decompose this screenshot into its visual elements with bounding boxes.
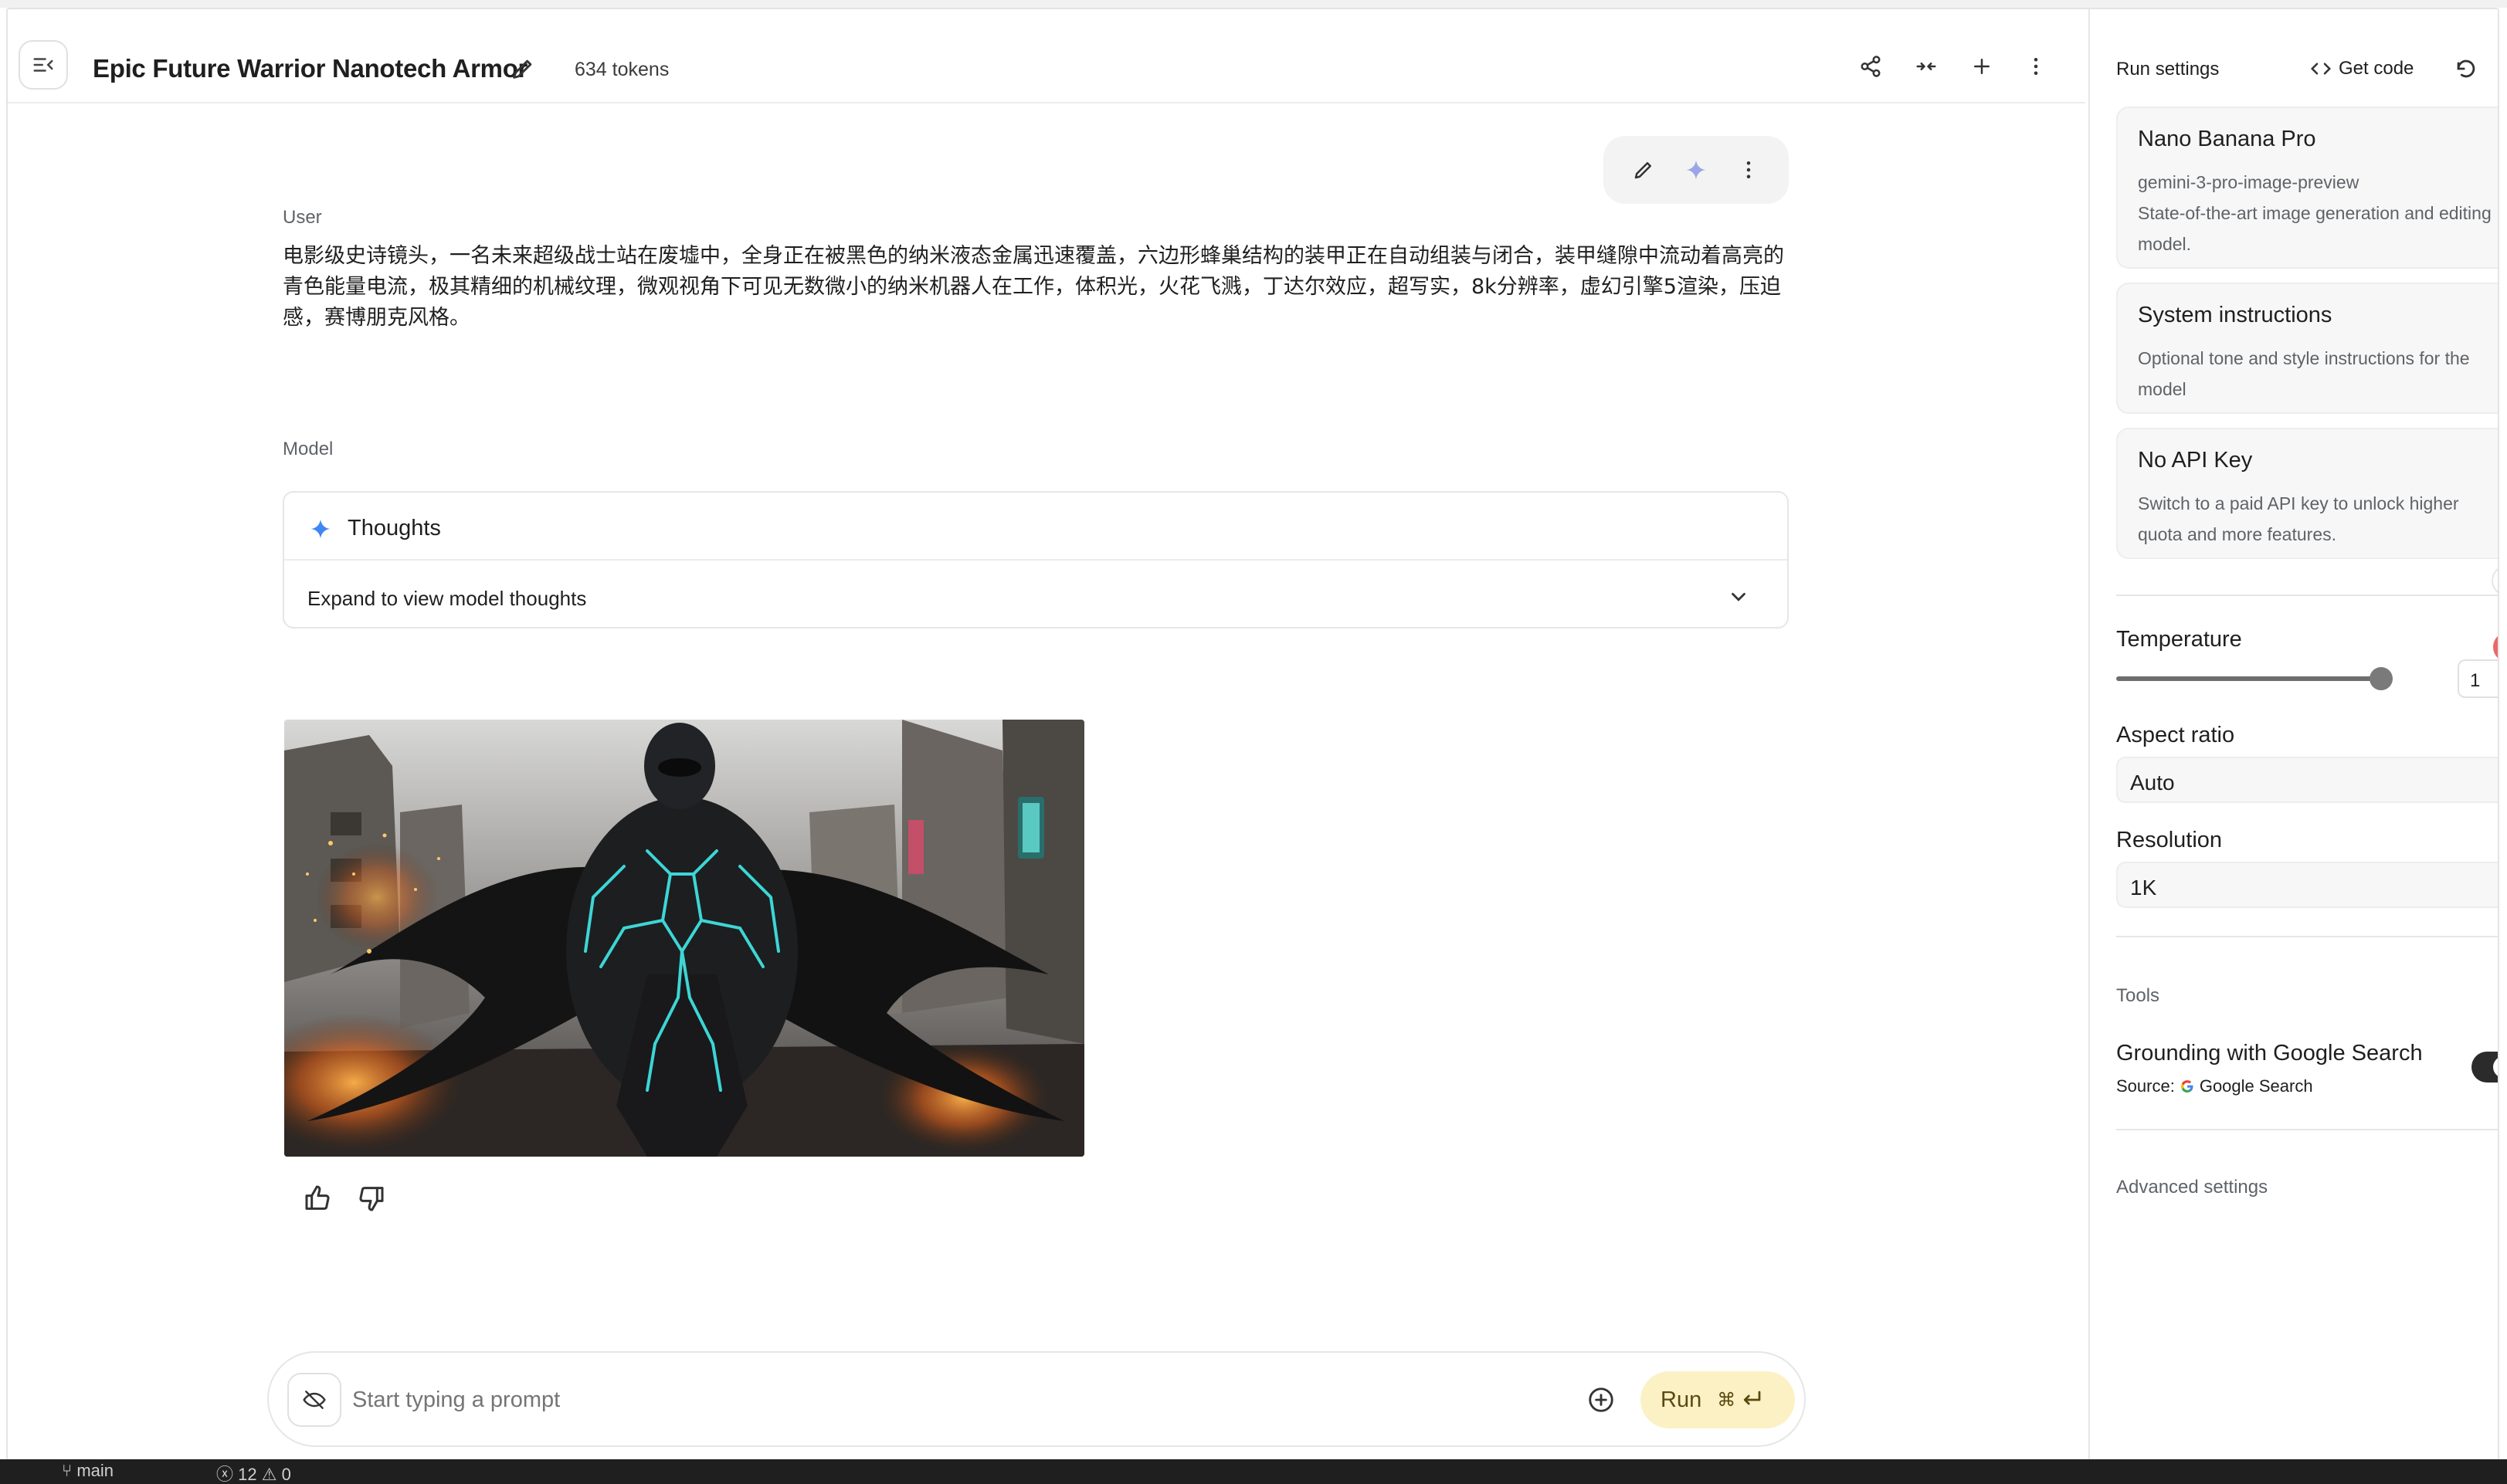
source-name: Google Search [2199, 1076, 2313, 1096]
enter-key-icon [1744, 1391, 1761, 1405]
plus-icon [1974, 59, 1990, 74]
aspect-ratio-label: Aspect ratio [2116, 723, 2235, 747]
compare-button[interactable] [1911, 51, 1942, 82]
reset-settings-icon[interactable] [2453, 56, 2479, 82]
window-top-edge [0, 0, 2507, 8]
temperature-slider-thumb[interactable] [2370, 667, 2393, 690]
command-key: ⌘ [1717, 1389, 1736, 1411]
feedback-tab[interactable] [2493, 632, 2498, 662]
prompt-input[interactable] [352, 1381, 1511, 1419]
tools-section-toggle[interactable]: Tools [2116, 985, 2159, 1007]
add-media-icon[interactable] [1586, 1385, 1616, 1415]
eye-off-icon [303, 1391, 326, 1409]
warning-count: 0 [281, 1465, 291, 1484]
divider [2116, 1129, 2498, 1130]
divider [2116, 936, 2498, 937]
app-window: Epic Future Warrior Nanotech Armor 634 t… [6, 8, 2499, 1464]
branch-indicator[interactable]: ⑂ main [62, 1461, 114, 1481]
share-button[interactable] [1855, 51, 1886, 82]
thumbs-down-icon[interactable] [355, 1183, 386, 1214]
resolution-label: Resolution [2116, 828, 2223, 852]
message-more-button[interactable] [1733, 154, 1764, 185]
resolution-value: 1K [2130, 876, 2157, 900]
generated-image[interactable] [284, 720, 1084, 1157]
aspect-ratio-value: Auto [2130, 771, 2175, 795]
message-actions [1603, 136, 1789, 204]
thoughts-panel: Thoughts Expand to view model thoughts [283, 491, 1789, 628]
run-label: Run [1661, 1387, 1702, 1412]
run-settings-panel: Run settings Get code Nano Banana Pro ge… [2088, 9, 2499, 1462]
system-instructions-title: System instructions [2138, 303, 2332, 327]
menu-collapse-icon [33, 58, 53, 72]
api-key-card[interactable]: No API Key Switch to a paid API key to u… [2116, 428, 2498, 559]
page-title: Epic Future Warrior Nanotech Armor [93, 54, 528, 83]
more-vert-icon [2034, 58, 2038, 75]
thoughts-header: Thoughts [284, 493, 1787, 561]
user-role-label: User [283, 207, 322, 228]
share-icon [1861, 56, 1881, 77]
more-options-button[interactable] [2020, 51, 2051, 82]
problems-indicator[interactable]: ⓧ 12 ⚠ 0 [216, 1461, 291, 1484]
panel-title: Run settings [2116, 59, 2220, 80]
scroll-handle[interactable] [2492, 565, 2498, 596]
toggle-navigation-button[interactable] [19, 40, 68, 90]
edit-title-icon[interactable] [510, 56, 536, 82]
get-code-label: Get code [2339, 58, 2414, 79]
run-shortcut: ⌘ [1717, 1389, 1763, 1411]
error-count: 12 [238, 1465, 257, 1484]
model-description: State-of-the-art image generation and ed… [2138, 203, 2492, 254]
source-label: Source: [2116, 1076, 2175, 1096]
collapse-panel-icon[interactable] [2492, 56, 2499, 82]
divider [2116, 595, 2498, 596]
resolution-select[interactable]: 1K [2116, 862, 2498, 908]
grounding-toggle[interactable] [2471, 1052, 2498, 1083]
pencil-icon [1634, 162, 1651, 179]
thumbs-up-icon[interactable] [303, 1183, 334, 1214]
system-instructions-card[interactable]: System instructions Optional tone and st… [2116, 283, 2498, 414]
code-icon [2310, 63, 2332, 75]
edit-message-button[interactable] [1628, 154, 1659, 185]
advanced-settings-toggle[interactable]: Advanced settings [2116, 1177, 2268, 1198]
model-role-label: Model [283, 439, 334, 459]
grounding-source: Source: Google Search [2116, 1076, 2313, 1096]
api-key-title: No API Key [2138, 448, 2253, 473]
armored-warrior-image [284, 720, 1084, 1157]
get-code-button[interactable]: Get code [2309, 57, 2414, 80]
user-message-text: 电影级史诗镜头，一名未来超级战士站在废墟中，全身正在被黑色的纳米液态金属迅速覆盖… [283, 244, 1784, 330]
compare-icon [1916, 63, 1936, 70]
aspect-ratio-select[interactable]: Auto [2116, 757, 2498, 803]
api-key-description: Switch to a paid API key to unlock highe… [2138, 493, 2459, 544]
temperature-slider[interactable] [2116, 676, 2380, 681]
google-g-icon [2180, 1080, 2193, 1093]
header: Epic Future Warrior Nanotech Armor 634 t… [8, 9, 2085, 103]
new-chat-button[interactable] [1966, 51, 1997, 82]
sparkle-icon [1686, 160, 1706, 180]
token-count: 634 tokens [575, 59, 670, 80]
sparkle-icon [310, 519, 331, 539]
hide-preview-button[interactable] [287, 1373, 341, 1427]
expand-thoughts-toggle[interactable]: Expand to view model thoughts [307, 587, 586, 611]
model-name: Nano Banana Pro [2138, 127, 2316, 151]
branch-name: main [76, 1461, 114, 1480]
prompt-composer: Run ⌘ [267, 1351, 1806, 1447]
temperature-label: Temperature [2116, 627, 2242, 652]
chevron-down-icon[interactable] [1727, 585, 1750, 608]
status-bar: ⑂ main ⓧ 12 ⚠ 0 [0, 1459, 2507, 1484]
system-instructions-description: Optional tone and style instructions for… [2138, 348, 2470, 399]
model-selector-card[interactable]: Nano Banana Pro gemini-3-pro-image-previ… [2116, 107, 2498, 269]
grounding-title: Grounding with Google Search [2116, 1041, 2423, 1066]
model-id: gemini-3-pro-image-preview [2138, 172, 2359, 192]
rerun-button[interactable] [1681, 154, 1711, 185]
more-vert-icon [1746, 161, 1751, 178]
temperature-input[interactable]: 1 [2458, 659, 2498, 698]
run-button[interactable]: Run ⌘ [1640, 1371, 1795, 1428]
thoughts-title: Thoughts [348, 516, 441, 540]
